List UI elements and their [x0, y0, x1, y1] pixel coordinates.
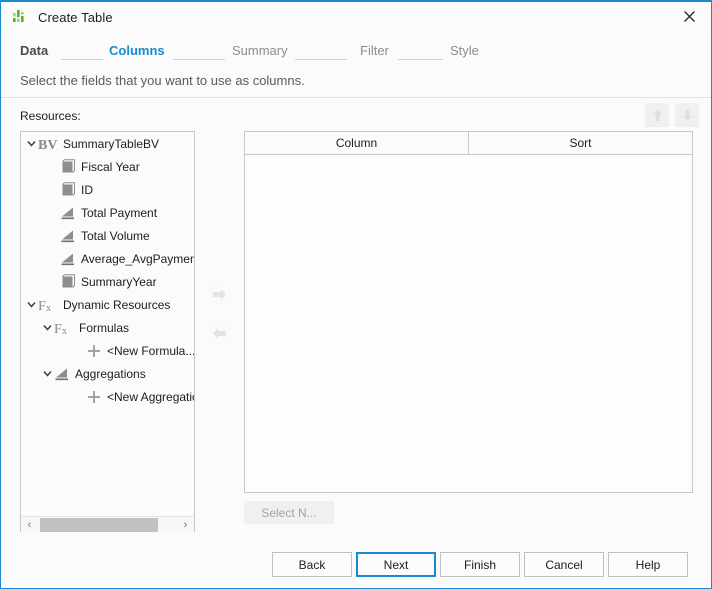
tree-item-summarytablebv[interactable]: BV SummaryTableBV: [21, 132, 194, 155]
svg-text:x: x: [62, 326, 67, 336]
tree-item-label: Fiscal Year: [81, 160, 140, 174]
plus-icon: [86, 343, 102, 359]
arrow-left-icon: [211, 325, 228, 342]
chevron-down-icon[interactable]: [41, 362, 54, 385]
tree-item-label: Aggregations: [75, 367, 146, 381]
step-description: Select the fields that you want to use a…: [20, 73, 305, 88]
tree-item-new-aggregation[interactable]: <New Aggregation..: [21, 385, 194, 408]
dialog-footer: Back Next Finish Cancel Help: [1, 532, 711, 589]
chevron-down-icon[interactable]: [25, 132, 38, 155]
columns-list[interactable]: Column Sort: [244, 131, 693, 493]
cancel-button[interactable]: Cancel: [524, 552, 604, 577]
columns-table-header: Column Sort: [245, 132, 692, 155]
step-data[interactable]: Data: [20, 43, 48, 58]
wizard-steps: Data Columns Summary Filter Style Select…: [1, 32, 711, 98]
tree-item-formulas[interactable]: F x Formulas: [21, 316, 194, 339]
tree-item-label: Average_AvgPaymentper: [81, 252, 194, 266]
column-header-column[interactable]: Column: [245, 132, 469, 154]
measure-icon: [60, 251, 76, 267]
svg-text:F: F: [38, 299, 46, 313]
step-connector: [61, 59, 103, 60]
move-down-arrow-icon[interactable]: [675, 103, 699, 127]
tree-item-dynamic-resources[interactable]: F x Dynamic Resources: [21, 293, 194, 316]
fx-icon: F x: [38, 297, 58, 313]
window-title: Create Table: [38, 10, 113, 25]
tree-scroll-area: BV SummaryTableBV Fiscal Year: [21, 132, 194, 516]
tree-item-label: <New Formula...>: [107, 344, 194, 358]
remove-column-button[interactable]: [208, 322, 231, 345]
move-up-arrow-icon[interactable]: [645, 103, 669, 127]
title-bar: Create Table: [1, 2, 711, 32]
scrollbar-thumb[interactable]: [40, 518, 158, 532]
tree-item-label: Formulas: [79, 321, 129, 335]
svg-text:F: F: [54, 322, 62, 336]
step-columns[interactable]: Columns: [109, 43, 165, 58]
resources-tree[interactable]: BV SummaryTableBV Fiscal Year: [20, 131, 195, 534]
add-column-button[interactable]: [208, 283, 231, 306]
tree-item-label: SummaryTableBV: [63, 137, 159, 151]
column-header-sort[interactable]: Sort: [469, 132, 692, 154]
tree-item-label: <New Aggregation..: [107, 390, 194, 404]
dialog-body: Resources: BV: [1, 98, 711, 532]
step-filter[interactable]: Filter: [360, 43, 389, 58]
scroll-left-icon[interactable]: ‹: [21, 517, 38, 533]
finish-button[interactable]: Finish: [440, 552, 520, 577]
dimension-icon: [60, 182, 76, 198]
dimension-icon: [60, 274, 76, 290]
measure-icon: [60, 228, 76, 244]
bar-chart-icon: [11, 8, 29, 26]
step-connector: [295, 59, 347, 60]
plus-icon: [86, 389, 102, 405]
step-connector: [398, 59, 443, 60]
arrow-right-icon: [211, 286, 228, 303]
tree-item-id[interactable]: ID: [21, 178, 194, 201]
step-summary[interactable]: Summary: [232, 43, 288, 58]
tree-item-label: Total Payment: [81, 206, 157, 220]
tree-item-fiscal-year[interactable]: Fiscal Year: [21, 155, 194, 178]
tree-item-aggregations[interactable]: Aggregations: [21, 362, 194, 385]
tree-item-label: ID: [81, 183, 93, 197]
tree-item-label: Total Volume: [81, 229, 150, 243]
measure-icon: [54, 366, 70, 382]
fx-icon: F x: [54, 320, 74, 336]
chevron-down-icon[interactable]: [25, 293, 38, 316]
tree-item-total-volume[interactable]: Total Volume: [21, 224, 194, 247]
svg-text:BV: BV: [38, 138, 57, 152]
measure-icon: [60, 205, 76, 221]
dimension-icon: [60, 159, 76, 175]
next-button[interactable]: Next: [356, 552, 436, 577]
step-style[interactable]: Style: [450, 43, 479, 58]
tree-item-summaryyear[interactable]: SummaryYear: [21, 270, 194, 293]
bv-icon: BV: [38, 136, 58, 152]
tree-item-label: SummaryYear: [81, 275, 157, 289]
tree-item-average-avgpaymentper[interactable]: Average_AvgPaymentper: [21, 247, 194, 270]
tree-item-new-formula[interactable]: <New Formula...>: [21, 339, 194, 362]
create-table-dialog: Create Table Data Columns Summary Filter…: [0, 0, 712, 589]
close-icon[interactable]: [667, 2, 711, 31]
help-button[interactable]: Help: [608, 552, 688, 577]
step-connector: [173, 59, 225, 60]
scroll-right-icon[interactable]: ›: [177, 517, 194, 533]
select-none-button[interactable]: Select N...: [244, 501, 334, 524]
back-button[interactable]: Back: [272, 552, 352, 577]
columns-table-body[interactable]: [245, 155, 692, 492]
tree-item-label: Dynamic Resources: [63, 298, 170, 312]
tree-horizontal-scrollbar[interactable]: ‹ ›: [21, 516, 194, 533]
svg-text:x: x: [46, 303, 51, 313]
scrollbar-track[interactable]: [38, 517, 177, 533]
tree-item-total-payment[interactable]: Total Payment: [21, 201, 194, 224]
resources-label: Resources:: [20, 109, 81, 123]
chevron-down-icon[interactable]: [41, 316, 54, 339]
